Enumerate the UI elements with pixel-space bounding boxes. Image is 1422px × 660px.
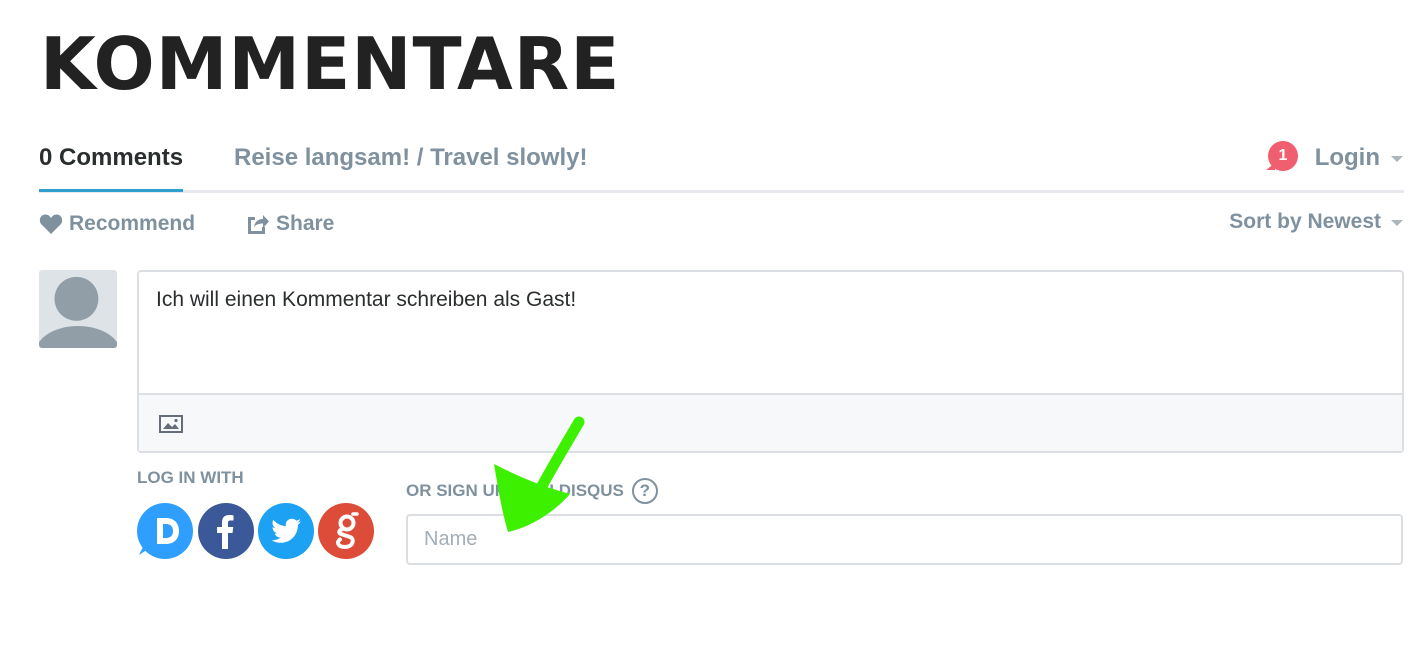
login-button[interactable]: Login (1315, 144, 1380, 172)
user-avatar-icon (39, 276, 117, 348)
avatar (39, 270, 117, 348)
share-button[interactable]: Share (246, 212, 334, 236)
chevron-down-icon[interactable] (1391, 220, 1403, 226)
image-icon (159, 415, 183, 433)
facebook-login-button[interactable] (198, 503, 254, 559)
comment-nav: 0 Comments Reise langsam! / Travel slowl… (39, 130, 1404, 193)
disqus-icon (139, 518, 179, 555)
share-label: Share (276, 212, 335, 235)
signup-label: OR SIGN UP WITH DISQUS ? (406, 478, 658, 504)
comment-textarea[interactable]: Ich will einen Kommentar schreiben als G… (156, 288, 576, 312)
recommend-label: Recommend (69, 212, 196, 235)
help-icon[interactable]: ? (631, 478, 658, 504)
google-icon (335, 512, 359, 550)
tab-community[interactable]: Reise langsam! / Travel slowly! (234, 144, 587, 172)
twitter-icon (271, 518, 301, 543)
image-upload-button[interactable] (159, 415, 183, 438)
login-with-label: LOG IN WITH (137, 468, 244, 487)
name-field[interactable] (406, 514, 1403, 565)
sort-dropdown[interactable]: Sort by Newest (1229, 210, 1381, 234)
secondary-toolbar: Recommend Share Sort by Newest (39, 208, 1404, 242)
comment-composer[interactable]: Ich will einen Kommentar schreiben als G… (137, 270, 1404, 453)
disqus-login-button[interactable] (137, 503, 193, 559)
google-login-button[interactable] (318, 503, 374, 559)
page-title: KOMMENTARE (40, 22, 621, 106)
signup-label-text: OR SIGN UP WITH DISQUS (406, 481, 624, 500)
recommend-button[interactable]: Recommend (39, 212, 195, 236)
notification-badge[interactable]: 1 (1266, 141, 1298, 171)
heart-icon (39, 214, 63, 234)
facebook-icon (217, 515, 234, 549)
share-icon (248, 215, 269, 234)
chevron-down-icon[interactable] (1391, 156, 1403, 162)
twitter-login-button[interactable] (258, 503, 314, 559)
composer-toolbar (139, 393, 1402, 451)
tab-comments[interactable]: 0 Comments (39, 144, 184, 192)
